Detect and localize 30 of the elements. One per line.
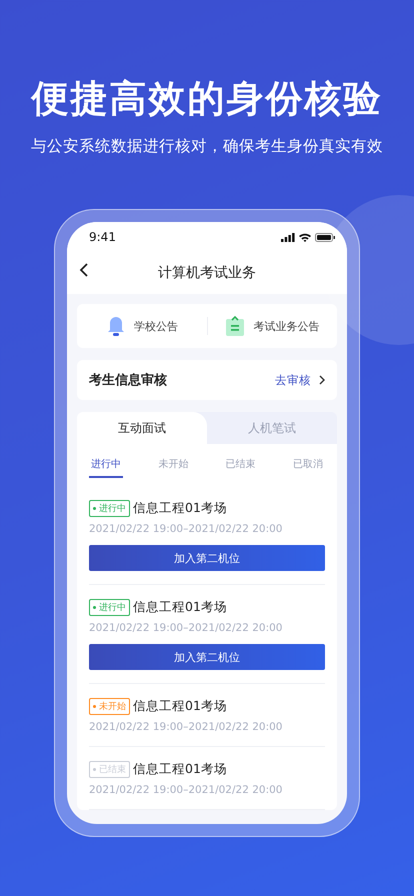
- session-time: 2021/02/22 19:00–2021/02/22 20:00: [89, 784, 284, 796]
- review-link[interactable]: 去审核: [275, 372, 325, 388]
- subtitle: 与公安系统数据进行核对，确保考生身份真实有效: [31, 136, 383, 157]
- join-button[interactable]: 加入第二机位: [89, 644, 325, 670]
- session-name: 信息工程01考场: [133, 500, 227, 517]
- status-tab[interactable]: 进行中: [89, 452, 123, 478]
- exam-tab[interactable]: 互动面试: [77, 412, 207, 444]
- session-time: 2021/02/22 19:00–2021/02/22 20:00: [89, 523, 284, 535]
- bell-icon: [106, 315, 126, 337]
- session-name: 信息工程01考场: [133, 761, 227, 778]
- join-button[interactable]: 加入第二机位: [89, 545, 325, 571]
- notice-button[interactable]: 考试业务公告: [208, 315, 337, 337]
- battery-icon: [315, 232, 335, 242]
- review-label: 考生信息审核: [89, 372, 167, 389]
- clipboard-icon: [225, 315, 246, 337]
- session-name: 信息工程01考场: [133, 599, 227, 616]
- chevron-right-icon: [319, 375, 325, 385]
- signal-icon: [281, 232, 295, 242]
- session-time: 2021/02/22 19:00–2021/02/22 20:00: [89, 721, 284, 733]
- status-tag: 进行中: [89, 500, 130, 517]
- headline: 便捷高效的身份核验: [32, 76, 382, 122]
- status-tag: 未开始: [89, 698, 130, 715]
- wifi-icon: [299, 232, 311, 242]
- notice-button[interactable]: 学校公告: [77, 315, 206, 337]
- status-time: 9:41: [89, 230, 116, 244]
- back-button[interactable]: [79, 263, 89, 277]
- session-name: 信息工程01考场: [133, 698, 227, 715]
- status-tag: 进行中: [89, 599, 130, 616]
- session-time: 2021/02/22 19:00–2021/02/22 20:00: [89, 622, 284, 634]
- screen-title: 计算机考试业务: [158, 264, 256, 282]
